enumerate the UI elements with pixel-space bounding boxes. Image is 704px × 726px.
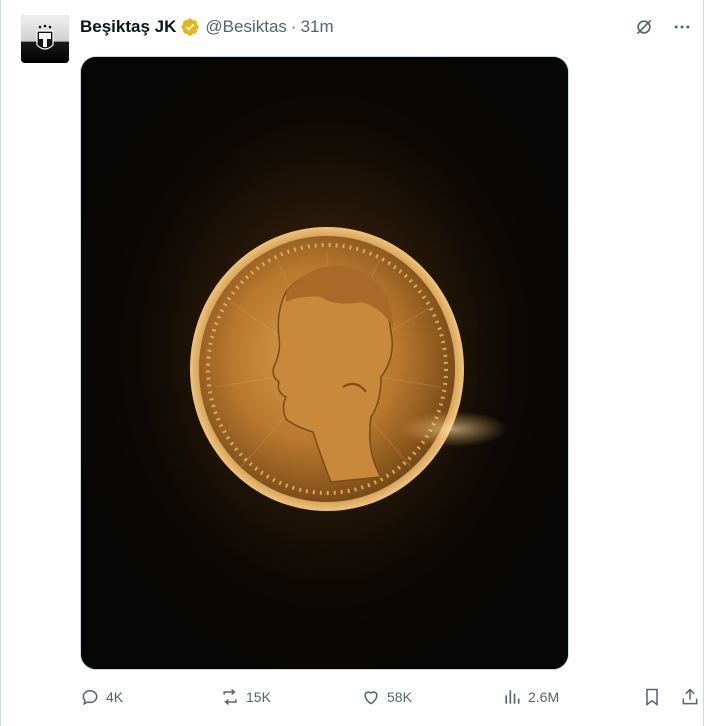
bookmark-icon bbox=[646, 688, 658, 706]
repost-button[interactable]: 15K bbox=[220, 684, 271, 710]
author-display-name[interactable]: Beşiktaş JK bbox=[80, 17, 176, 37]
verified-badge-icon[interactable] bbox=[180, 17, 200, 37]
repost-count: 15K bbox=[246, 689, 271, 705]
tweet-timestamp[interactable]: 31m bbox=[301, 17, 334, 37]
views-button[interactable]: 2.6M bbox=[502, 684, 559, 710]
share-icon bbox=[682, 688, 698, 705]
heart-icon bbox=[364, 691, 378, 705]
views-chart-icon bbox=[505, 690, 520, 704]
like-button[interactable]: 58K bbox=[361, 684, 412, 710]
gold-coin-portrait-image bbox=[81, 57, 568, 669]
repost-icon bbox=[223, 688, 237, 706]
tweet-card[interactable]: Beşiktaş JK @Besiktas · 31m 4K 15K 58K 2… bbox=[0, 0, 704, 726]
author-handle[interactable]: @Besiktas bbox=[205, 17, 287, 37]
header-separator: · bbox=[290, 17, 297, 36]
tweet-header: Beşiktaş JK @Besiktas · 31m bbox=[80, 16, 334, 38]
tweet-action-bar: 4K 15K 58K 2.6M bbox=[80, 684, 703, 710]
share-button[interactable] bbox=[680, 684, 700, 710]
author-avatar[interactable] bbox=[21, 15, 69, 63]
view-count: 2.6M bbox=[528, 689, 560, 705]
reply-count: 4K bbox=[106, 689, 124, 705]
grok-icon[interactable] bbox=[633, 16, 655, 38]
like-count: 58K bbox=[387, 689, 412, 705]
more-options-icon[interactable] bbox=[671, 16, 693, 38]
tweet-media[interactable] bbox=[80, 56, 569, 670]
reply-button[interactable]: 4K bbox=[80, 684, 123, 710]
reply-icon bbox=[82, 689, 98, 706]
bookmark-button[interactable] bbox=[642, 684, 662, 710]
tweet-top-actions bbox=[633, 16, 693, 38]
besiktas-crest-icon bbox=[21, 15, 69, 63]
